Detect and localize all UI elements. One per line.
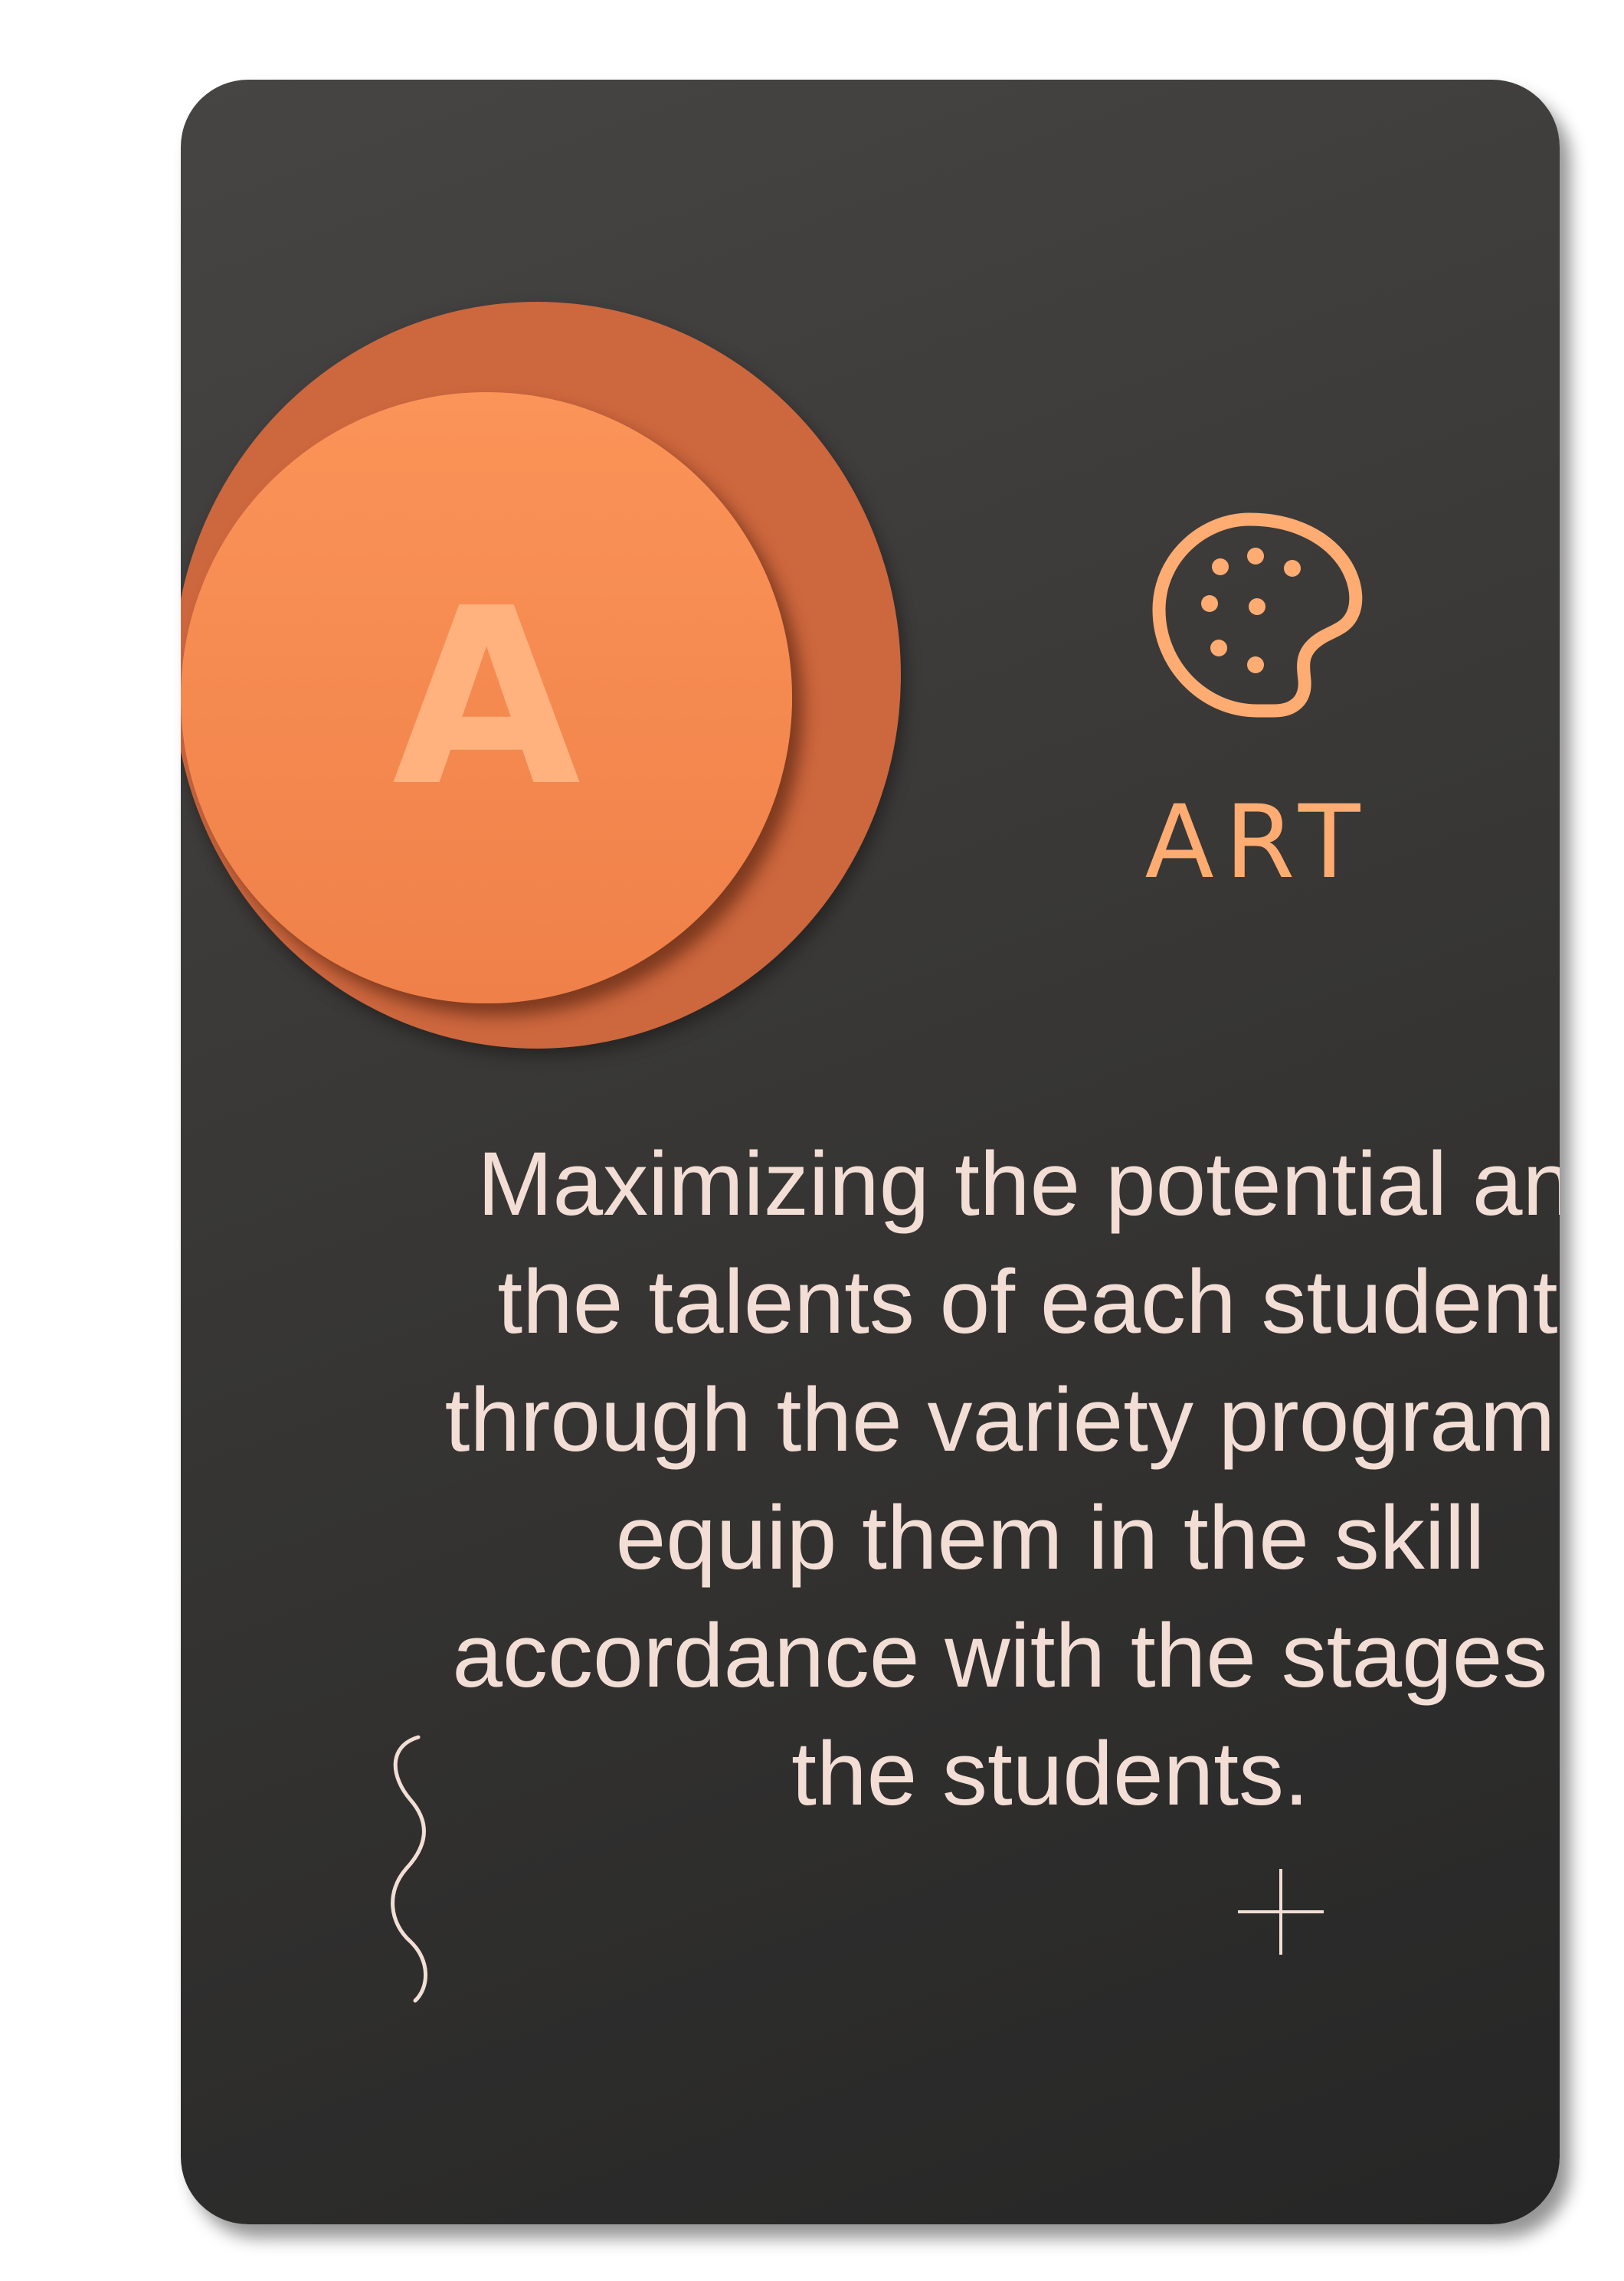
palette-icon <box>1152 512 1363 718</box>
plus-decoration <box>1238 1869 1324 1955</box>
squiggle-decoration <box>391 1735 427 2003</box>
badge-letter: A <box>391 556 581 839</box>
program-description: Maximizing the potential and the talents… <box>444 1134 1560 1824</box>
program-title: ART <box>1144 784 1371 902</box>
